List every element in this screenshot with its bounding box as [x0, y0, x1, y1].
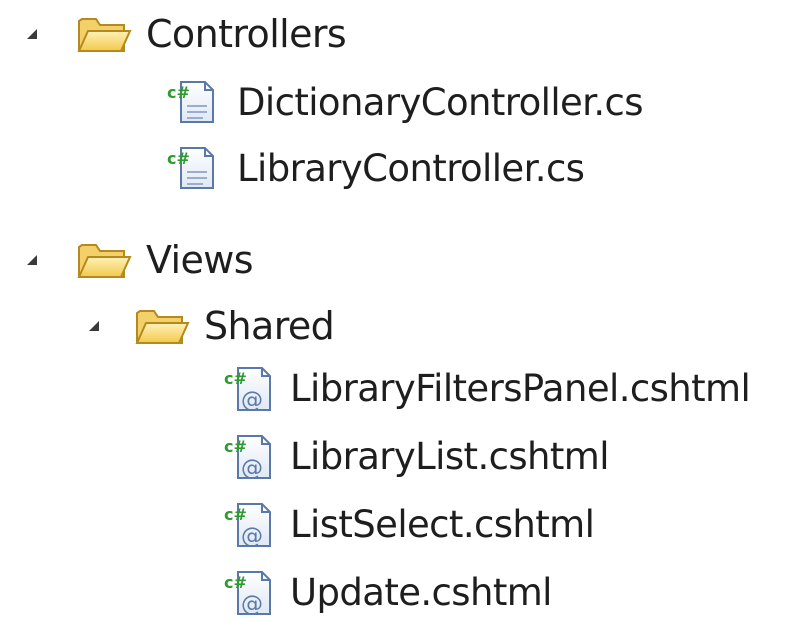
- expanded-arrow-icon[interactable]: [22, 24, 42, 44]
- svg-text:c#: c#: [224, 505, 247, 524]
- folder-icon: [134, 305, 190, 347]
- folder-icon: [76, 13, 132, 55]
- tree-node-label: LibraryController.cs: [237, 146, 585, 190]
- svg-text:c#: c#: [224, 573, 247, 592]
- razor-file-icon: @ c#: [222, 498, 278, 550]
- csharp-file-icon: c#: [165, 78, 221, 126]
- tree-node-label: LibraryList.cshtml: [290, 434, 610, 478]
- svg-text:@: @: [241, 524, 263, 549]
- tree-node-file[interactable]: c# DictionaryController.cs: [165, 72, 644, 132]
- expanded-arrow-icon[interactable]: [84, 316, 104, 336]
- tree-node-label: DictionaryController.cs: [237, 80, 644, 124]
- svg-text:c#: c#: [167, 83, 190, 102]
- svg-text:@: @: [241, 388, 263, 413]
- tree-node-label: Controllers: [146, 12, 347, 56]
- tree-node-label: ListSelect.cshtml: [290, 502, 595, 546]
- tree-node-label: Shared: [204, 304, 335, 348]
- svg-text:c#: c#: [224, 437, 247, 456]
- solution-explorer-tree: Controllers c# DictionaryController.cs c: [0, 0, 811, 617]
- tree-node-file[interactable]: @ c# ListSelect.cshtml: [222, 494, 595, 554]
- tree-node-controllers[interactable]: Controllers: [22, 4, 347, 64]
- svg-text:@: @: [241, 592, 263, 617]
- razor-file-icon: @ c#: [222, 430, 278, 482]
- tree-node-file[interactable]: @ c# LibraryFiltersPanel.cshtml: [222, 358, 751, 418]
- razor-file-icon: @ c#: [222, 362, 278, 414]
- csharp-file-icon: c#: [165, 144, 221, 192]
- tree-node-label: Views: [146, 238, 254, 282]
- svg-text:c#: c#: [167, 149, 190, 168]
- tree-node-label: Update.cshtml: [290, 570, 552, 614]
- razor-file-icon: @ c#: [222, 566, 278, 618]
- folder-icon: [76, 239, 132, 281]
- tree-node-file[interactable]: @ c# Update.cshtml: [222, 562, 552, 622]
- tree-node-label: LibraryFiltersPanel.cshtml: [290, 366, 751, 410]
- tree-node-shared[interactable]: Shared: [84, 296, 335, 356]
- expanded-arrow-icon[interactable]: [22, 250, 42, 270]
- tree-node-views[interactable]: Views: [22, 230, 254, 290]
- tree-node-file[interactable]: @ c# LibraryList.cshtml: [222, 426, 610, 486]
- svg-text:c#: c#: [224, 369, 247, 388]
- svg-text:@: @: [241, 456, 263, 481]
- tree-node-file[interactable]: c# LibraryController.cs: [165, 138, 585, 198]
